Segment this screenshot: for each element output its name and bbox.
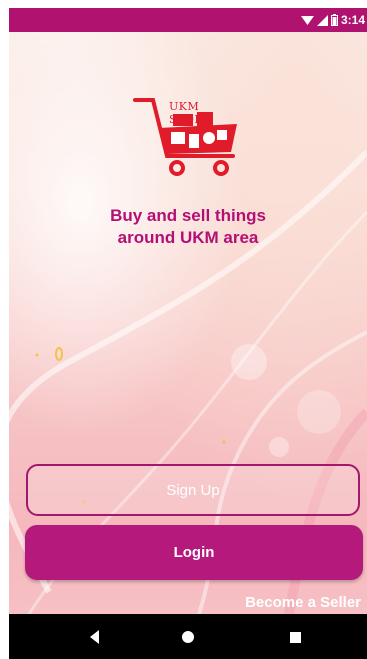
battery-icon <box>330 14 338 26</box>
phone-screen: 3:14 UKM STORE Buy and sell things aroun… <box>9 8 367 659</box>
signup-button[interactable]: Sign Up <box>26 464 360 516</box>
navigation-bar <box>9 614 367 659</box>
status-time: 3:14 <box>340 13 365 27</box>
signal-icon <box>316 14 328 26</box>
app-logo: UKM STORE <box>133 94 245 178</box>
logo-text: UKM STORE <box>169 100 212 126</box>
home-circle-icon[interactable] <box>178 627 198 647</box>
wifi-icon <box>300 15 314 25</box>
become-seller-link[interactable]: Become a Seller <box>245 594 361 611</box>
signup-label: Sign Up <box>166 481 220 499</box>
status-icons: 3:14 <box>300 13 365 27</box>
back-triangle-icon[interactable] <box>85 627 105 647</box>
welcome-screen: UKM STORE Buy and sell things around UKM… <box>9 32 367 614</box>
recents-square-icon[interactable] <box>285 627 305 647</box>
status-bar: 3:14 <box>9 8 367 32</box>
login-button[interactable]: Login <box>25 525 363 580</box>
tagline-line-2: around UKM area <box>117 228 259 247</box>
tagline: Buy and sell things around UKM area <box>9 205 367 249</box>
tagline-line-1: Buy and sell things <box>110 206 266 225</box>
login-label: Login <box>173 544 215 561</box>
